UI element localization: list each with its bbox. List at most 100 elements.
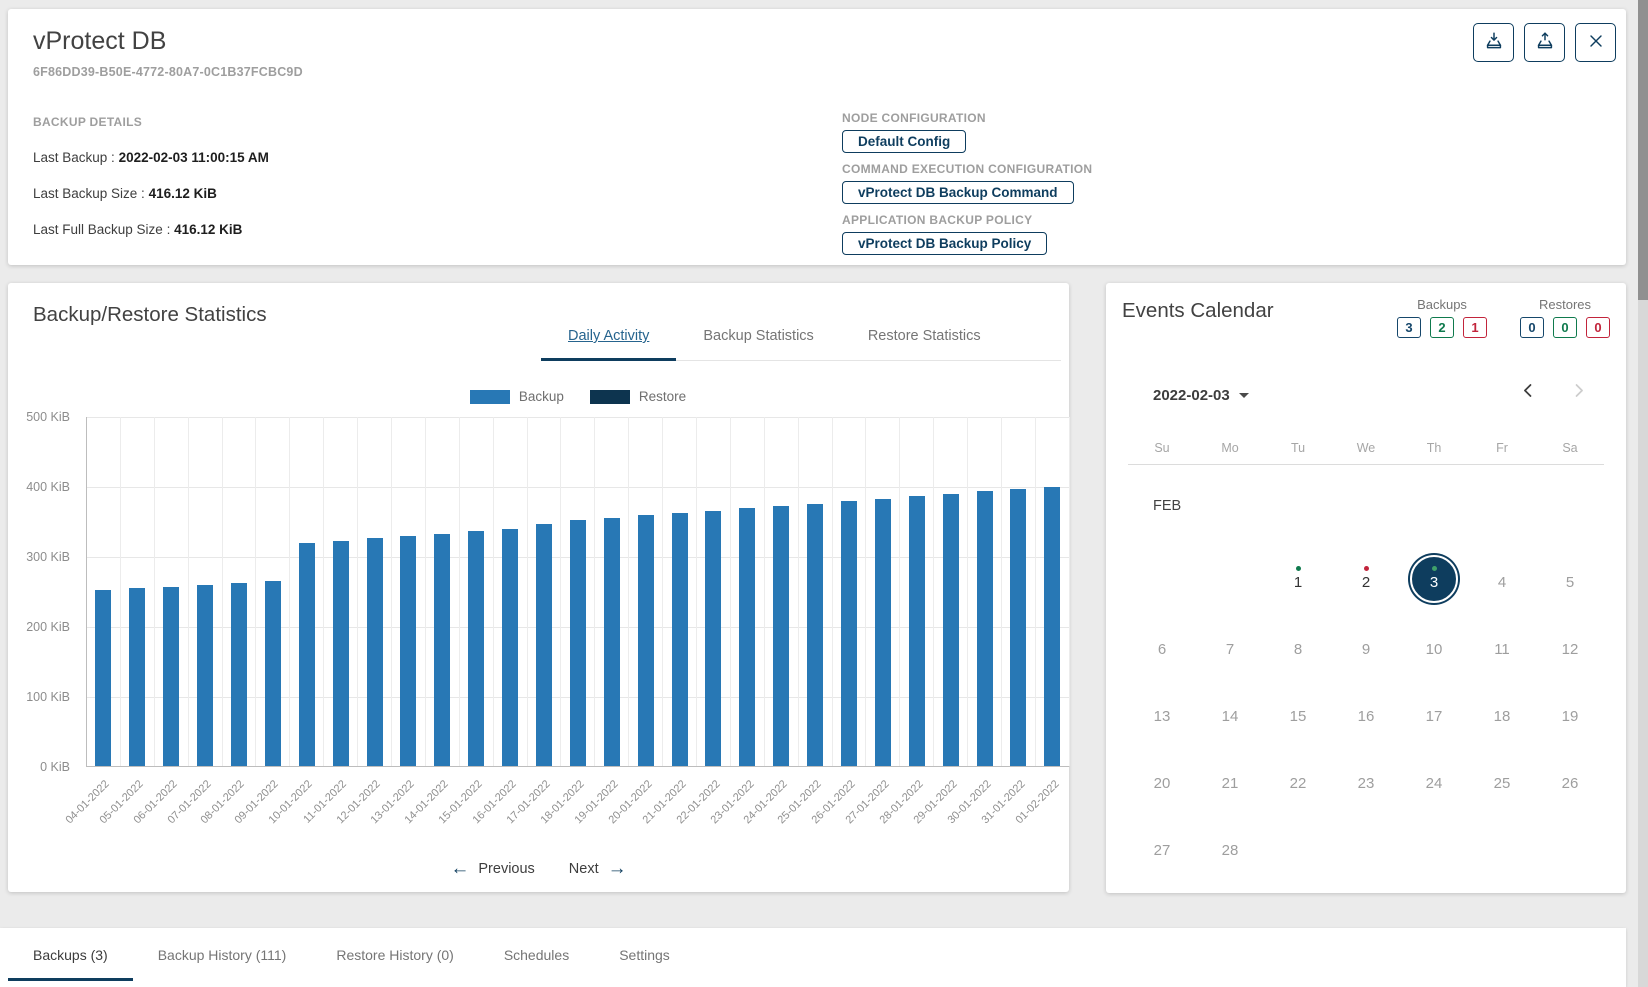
tab-daily-activity[interactable]: Daily Activity — [541, 313, 676, 360]
calendar-prev-button[interactable] — [1517, 379, 1540, 405]
calendar-day-13[interactable]: 13 — [1128, 679, 1196, 746]
chart-bar-slot — [324, 417, 358, 766]
restore-button[interactable] — [1524, 23, 1565, 62]
tab-backup-history-111[interactable]: Backup History (111) — [133, 928, 312, 981]
tab-restore-statistics[interactable]: Restore Statistics — [841, 313, 1008, 360]
calendar-next-button[interactable] — [1567, 379, 1590, 405]
page: vProtect DB 6F86DD39-B50E-4772-80A7-0C1B… — [0, 0, 1648, 987]
event-dot — [1296, 566, 1301, 571]
day-number: 9 — [1362, 641, 1370, 658]
chevron-down-icon — [1239, 393, 1249, 398]
tab-restore-history-0[interactable]: Restore History (0) — [311, 928, 478, 981]
calendar-day-20[interactable]: 20 — [1128, 746, 1196, 813]
detail-label: Last Full Backup Size : — [33, 222, 174, 237]
legend-item-restore[interactable]: Restore — [590, 389, 686, 404]
day-number: 5 — [1566, 574, 1574, 591]
backup-bar — [468, 531, 484, 766]
backup-bar — [739, 508, 755, 766]
calendar-day-11[interactable]: 11 — [1468, 612, 1536, 679]
calendar-day-4[interactable]: 4 — [1468, 545, 1536, 612]
legend-label: Backup — [519, 389, 564, 404]
tab-schedules[interactable]: Schedules — [479, 928, 594, 981]
calendar-day-empty — [1536, 813, 1604, 880]
chart-bar-slot — [799, 417, 833, 766]
calendar-day-8[interactable]: 8 — [1264, 612, 1332, 679]
calendar-day-28[interactable]: 28 — [1196, 813, 1264, 880]
chart-bar-slot — [968, 417, 1002, 766]
calendar-day-3[interactable]: 3 — [1400, 545, 1468, 612]
day-number: 15 — [1290, 708, 1307, 725]
chart-bar-slot — [494, 417, 528, 766]
backup-bar — [943, 494, 959, 766]
tab-backups-3[interactable]: Backups (3) — [8, 928, 133, 981]
chart-bar-slot — [731, 417, 765, 766]
calendar-day-21[interactable]: 21 — [1196, 746, 1264, 813]
chart-bar-slot — [155, 417, 189, 766]
backup-bar — [502, 529, 518, 766]
calendar-day-10[interactable]: 10 — [1400, 612, 1468, 679]
day-number: 25 — [1494, 775, 1511, 792]
day-number: 2 — [1362, 574, 1370, 591]
calendar-week-row: 27 28 — [1128, 813, 1604, 880]
calendar-day-6[interactable]: 6 — [1128, 612, 1196, 679]
previous-button[interactable]: ← Previous — [450, 859, 534, 878]
calendar-day-2[interactable]: 2 — [1332, 545, 1400, 612]
date-selector[interactable]: 2022-02-03 — [1153, 387, 1249, 404]
calendar-day-24[interactable]: 24 — [1400, 746, 1468, 813]
config-button-default-config[interactable]: Default Config — [842, 130, 966, 153]
calendar-day-15[interactable]: 15 — [1264, 679, 1332, 746]
calendar-day-26[interactable]: 26 — [1536, 746, 1604, 813]
selected-day-circle: 3 — [1410, 555, 1458, 603]
tab-settings[interactable]: Settings — [594, 928, 695, 981]
day-header-mo: Mo — [1196, 441, 1264, 455]
restore-tray-up-icon — [1534, 30, 1556, 55]
day-number: 23 — [1358, 775, 1375, 792]
arrow-left-icon: ← — [450, 859, 469, 878]
calendar-day-16[interactable]: 16 — [1332, 679, 1400, 746]
day-of-week-headers: SuMoTuWeThFrSa — [1128, 441, 1604, 455]
configuration-column: NODE CONFIGURATIONDefault ConfigCOMMAND … — [842, 111, 1092, 264]
chart-bar-slot — [866, 417, 900, 766]
calendar-day-27[interactable]: 27 — [1128, 813, 1196, 880]
calendar-day-1[interactable]: 1 — [1264, 545, 1332, 612]
tab-backup-statistics[interactable]: Backup Statistics — [676, 313, 840, 360]
calendar-day-25[interactable]: 25 — [1468, 746, 1536, 813]
chart-bar-slot — [697, 417, 731, 766]
backup-bar — [163, 587, 179, 766]
event-dot — [1432, 566, 1437, 571]
backup-bar — [197, 585, 213, 766]
day-number: 28 — [1222, 842, 1239, 859]
count-badge: 3 — [1397, 317, 1421, 338]
backup-bar — [367, 538, 383, 766]
day-number: 7 — [1226, 641, 1234, 658]
config-button-vprotect-db-backup-policy[interactable]: vProtect DB Backup Policy — [842, 232, 1047, 255]
day-header-sa: Sa — [1536, 441, 1604, 455]
close-button[interactable] — [1575, 23, 1616, 62]
statistics-tabs: Daily ActivityBackup StatisticsRestore S… — [541, 313, 1061, 361]
calendar-day-22[interactable]: 22 — [1264, 746, 1332, 813]
calendar-day-5[interactable]: 5 — [1536, 545, 1604, 612]
day-number: 27 — [1154, 842, 1171, 859]
next-button[interactable]: Next → — [569, 859, 627, 878]
backup-button[interactable] — [1473, 23, 1514, 62]
backup-bar — [773, 506, 789, 766]
calendar-day-7[interactable]: 7 — [1196, 612, 1264, 679]
y-tick-label: 400 KiB — [26, 480, 70, 494]
calendar-day-9[interactable]: 9 — [1332, 612, 1400, 679]
calendar-day-23[interactable]: 23 — [1332, 746, 1400, 813]
chart-bar-slot — [528, 417, 562, 766]
scrollbar-thumb[interactable] — [1638, 0, 1648, 300]
calendar-day-14[interactable]: 14 — [1196, 679, 1264, 746]
config-button-vprotect-db-backup-command[interactable]: vProtect DB Backup Command — [842, 181, 1074, 204]
calendar-day-18[interactable]: 18 — [1468, 679, 1536, 746]
calendar-day-17[interactable]: 17 — [1400, 679, 1468, 746]
calendar-day-19[interactable]: 19 — [1536, 679, 1604, 746]
statistics-card: Backup/Restore Statistics Daily Activity… — [8, 283, 1069, 892]
legend-item-backup[interactable]: Backup — [470, 389, 564, 404]
calendar-day-12[interactable]: 12 — [1536, 612, 1604, 679]
chevron-left-icon — [1519, 388, 1538, 403]
backup-bar — [705, 511, 721, 766]
events-calendar-title: Events Calendar — [1122, 299, 1274, 323]
vertical-scrollbar[interactable] — [1638, 0, 1648, 987]
y-tick-label: 0 KiB — [40, 760, 70, 774]
